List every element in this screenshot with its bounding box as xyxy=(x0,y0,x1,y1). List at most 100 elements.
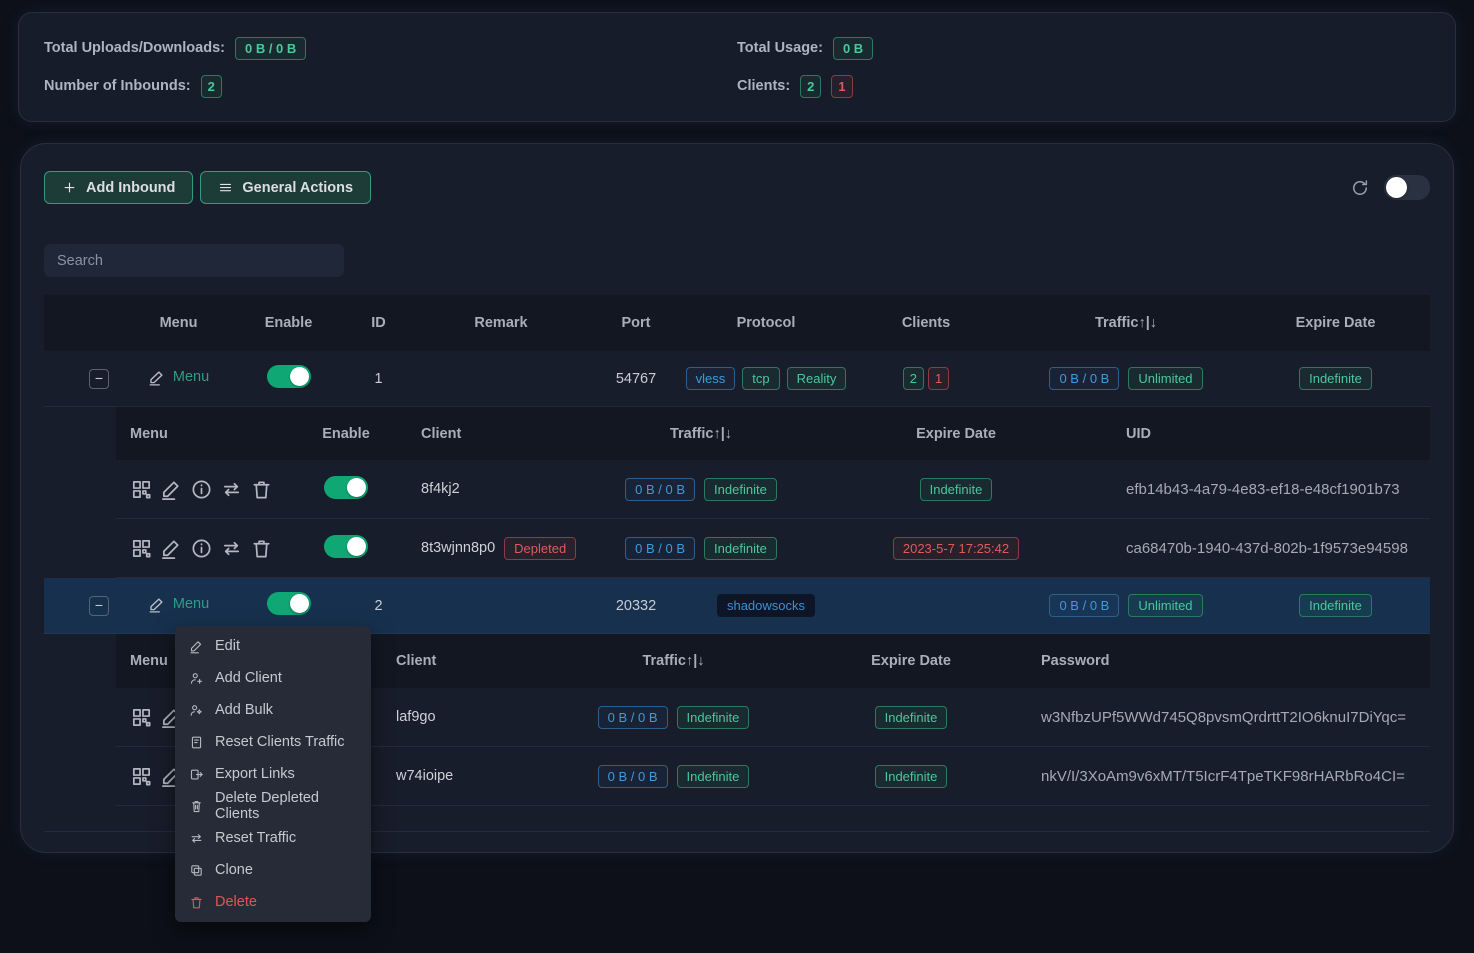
header-traffic-sort[interactable]: Traffic↑|↓ xyxy=(1011,315,1241,331)
clients-active-badge: 2 xyxy=(903,367,924,390)
enable-switch[interactable] xyxy=(267,592,311,615)
quota-badge: Indefinite xyxy=(677,706,750,729)
menu-item-edit[interactable]: Edit xyxy=(175,630,371,662)
header-client: Client xyxy=(391,426,576,442)
header-menu: Menu xyxy=(116,426,301,442)
traffic-limit-badge: Unlimited xyxy=(1128,594,1202,617)
header-traffic-sort[interactable]: Traffic↑|↓ xyxy=(546,653,801,669)
client-name: 8t3wjnn8p0 xyxy=(421,540,495,556)
inbound-menu-link[interactable]: Menu xyxy=(148,368,209,386)
collapse-row-button[interactable]: − xyxy=(89,596,109,616)
header-clients: Clients xyxy=(841,315,1011,331)
header-traffic-sort[interactable]: Traffic↑|↓ xyxy=(576,426,826,442)
header-uid: UID xyxy=(1086,426,1430,442)
menu-item-add-client[interactable]: Add Client xyxy=(175,662,371,694)
expire-badge: Indefinite xyxy=(1299,367,1372,390)
general-actions-label: General Actions xyxy=(242,180,353,196)
inbound-row: − Menu 1 54767 vless tcp Reality 2 1 0 B… xyxy=(44,351,1430,407)
client-row: 8f4kj2 0 B / 0 B Indefinite Indefinite e… xyxy=(116,460,1430,519)
search-input[interactable] xyxy=(44,244,344,277)
protocol-tag: shadowsocks xyxy=(717,594,815,617)
expire-badge: Indefinite xyxy=(875,765,948,788)
clone-icon xyxy=(189,863,204,878)
edit-icon[interactable] xyxy=(160,478,183,501)
stat-total-usage: Total Usage: 0 B xyxy=(737,33,1430,63)
info-icon[interactable] xyxy=(190,537,213,560)
header-port: Port xyxy=(581,315,691,331)
stat-number-of-inbounds: Number of Inbounds: 2 xyxy=(44,71,737,101)
client-uid: efb14b43-4a79-4e83-ef18-e48cf1901b73 xyxy=(1086,481,1430,498)
qr-code-icon[interactable] xyxy=(130,765,153,788)
stat-label: Number of Inbounds: xyxy=(44,78,191,94)
traffic-limit-badge: Unlimited xyxy=(1128,367,1202,390)
quota-badge: Indefinite xyxy=(704,478,777,501)
edit-icon[interactable] xyxy=(160,537,183,560)
qr-code-icon[interactable] xyxy=(130,706,153,729)
reset-traffic-icon[interactable] xyxy=(220,478,243,501)
stat-clients: Clients: 2 1 xyxy=(737,71,1430,101)
clients-depleted-badge: 1 xyxy=(928,367,949,390)
transport-tag: tcp xyxy=(742,367,779,390)
menu-item-reset-clients-traffic[interactable]: Reset Clients Traffic xyxy=(175,726,371,758)
header-remark: Remark xyxy=(421,315,581,331)
depleted-badge: Depleted xyxy=(504,537,576,560)
menu-item-reset-traffic[interactable]: Reset Traffic xyxy=(175,822,371,854)
add-inbound-label: Add Inbound xyxy=(86,180,175,196)
client-name: laf9go xyxy=(366,709,546,725)
client-enable-switch[interactable] xyxy=(324,535,368,558)
refresh-icon[interactable] xyxy=(1350,178,1370,198)
trash-icon[interactable] xyxy=(250,537,273,560)
stat-value-badge: 0 B xyxy=(833,37,873,60)
traffic-badge: 0 B / 0 B xyxy=(598,706,668,729)
expire-badge: Indefinite xyxy=(1299,594,1372,617)
quota-badge: Indefinite xyxy=(677,765,750,788)
dark-mode-toggle[interactable] xyxy=(1384,175,1430,200)
delete-icon xyxy=(189,895,204,910)
menu-item-delete[interactable]: Delete xyxy=(175,886,371,918)
qr-code-icon[interactable] xyxy=(130,478,153,501)
traffic-badge: 0 B / 0 B xyxy=(1049,367,1119,390)
reset-clients-traffic-icon xyxy=(189,735,204,750)
add-bulk-icon xyxy=(189,703,204,718)
clients-table-header: Menu Enable Client Traffic↑|↓ Expire Dat… xyxy=(116,407,1430,460)
add-inbound-button[interactable]: Add Inbound xyxy=(44,171,193,204)
general-actions-button[interactable]: General Actions xyxy=(200,171,371,204)
inbound-id: 1 xyxy=(336,371,421,387)
search-box xyxy=(44,244,1430,277)
header-menu: Menu xyxy=(116,315,241,331)
menu-item-export-links[interactable]: Export Links xyxy=(175,758,371,790)
security-tag: Reality xyxy=(787,367,847,390)
clients-depleted-badge: 1 xyxy=(831,75,852,98)
menu-item-clone[interactable]: Clone xyxy=(175,854,371,886)
quota-badge: Indefinite xyxy=(704,537,777,560)
inbound-context-menu: Edit Add Client Add Bulk Reset Clients T… xyxy=(175,626,371,922)
protocol-tag: vless xyxy=(686,367,736,390)
traffic-badge: 0 B / 0 B xyxy=(1049,594,1119,617)
stat-label: Clients: xyxy=(737,78,790,94)
traffic-badge: 0 B / 0 B xyxy=(625,478,695,501)
header-enable: Enable xyxy=(301,426,391,442)
delete-depleted-icon xyxy=(189,799,204,814)
expire-badge: Indefinite xyxy=(875,706,948,729)
stat-total-uploads-downloads: Total Uploads/Downloads: 0 B / 0 B xyxy=(44,33,737,63)
inbound-menu-link[interactable]: Menu xyxy=(148,595,209,613)
collapse-row-button[interactable]: − xyxy=(89,369,109,389)
enable-switch[interactable] xyxy=(267,365,311,388)
client-enable-switch[interactable] xyxy=(324,476,368,499)
header-client: Client xyxy=(366,653,546,669)
client-row: 8t3wjnn8p0 Depleted 0 B / 0 B Indefinite… xyxy=(116,519,1430,578)
client-password: w3NfbzUPf5WWd745Q8pvsmQrdrttT2IO6knuI7Di… xyxy=(1021,709,1430,726)
info-icon[interactable] xyxy=(190,478,213,501)
reset-traffic-icon[interactable] xyxy=(220,537,243,560)
menu-item-delete-depleted-clients[interactable]: Delete Depleted Clients xyxy=(175,790,371,822)
client-uid: ca68470b-1940-437d-802b-1f9573e94598 xyxy=(1086,540,1430,557)
header-expire-date: Expire Date xyxy=(1241,315,1430,331)
qr-code-icon[interactable] xyxy=(130,537,153,560)
pencil-icon xyxy=(148,595,166,613)
plus-icon xyxy=(62,180,77,195)
client-name: 8f4kj2 xyxy=(391,481,576,497)
expire-badge: 2023-5-7 17:25:42 xyxy=(893,537,1019,560)
trash-icon[interactable] xyxy=(250,478,273,501)
menu-item-add-bulk[interactable]: Add Bulk xyxy=(175,694,371,726)
client-password: nkV/I/3XoAm9v6xMT/T5IcrF4TpeTKF98rHARbRo… xyxy=(1021,768,1430,785)
